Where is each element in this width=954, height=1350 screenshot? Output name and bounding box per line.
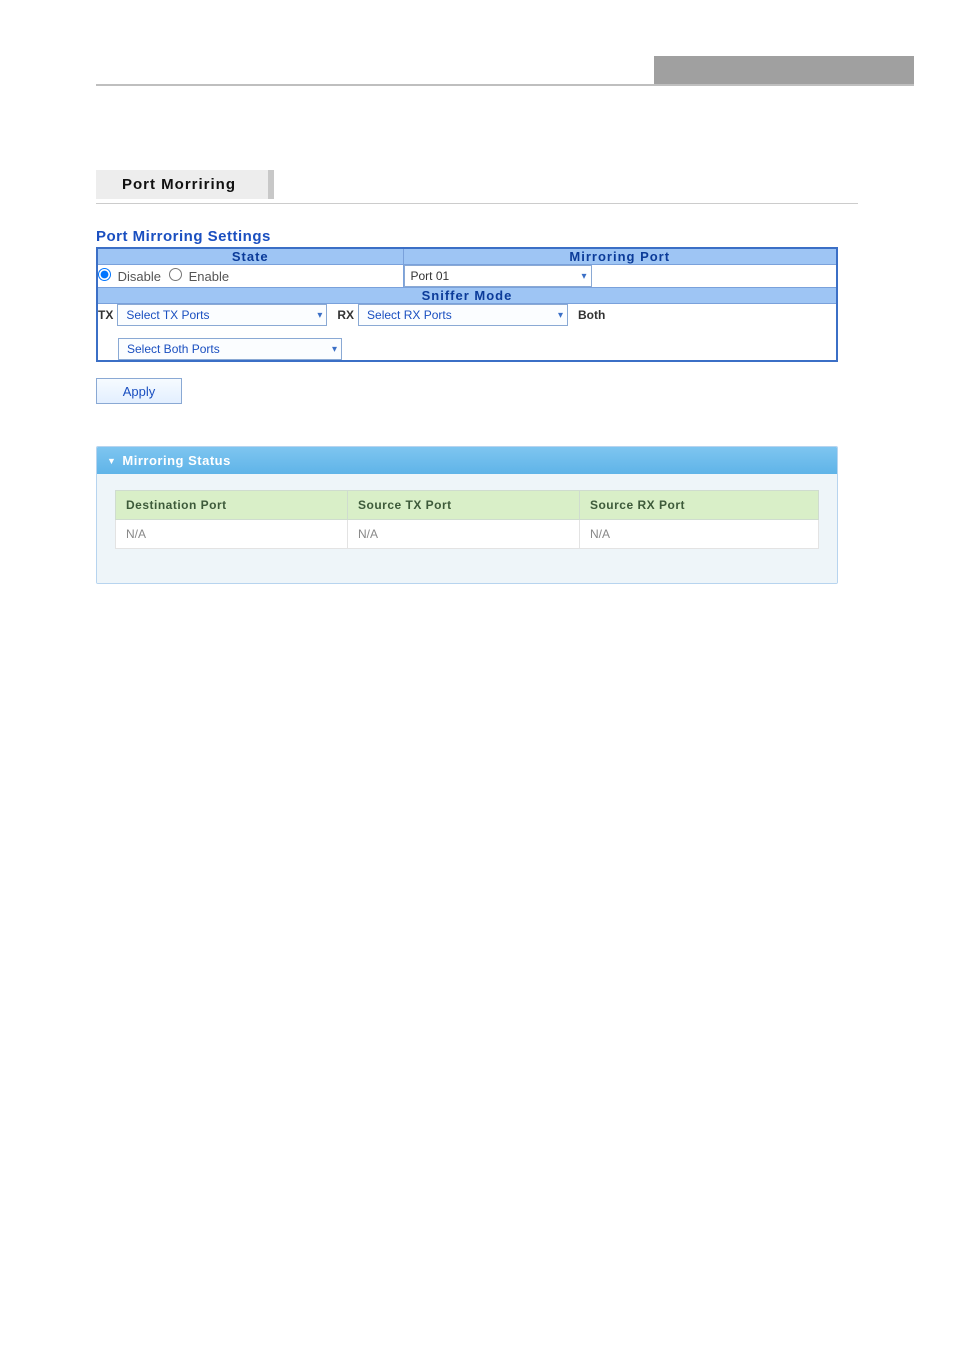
page-title-bar: Port Morriring: [96, 170, 858, 199]
cell-source-rx-port: N/A: [579, 520, 818, 549]
radio-disable-text: Disable: [118, 269, 161, 284]
mirroring-status-title: Mirroring Status: [122, 453, 230, 468]
radio-disable[interactable]: [98, 268, 111, 281]
header-mirroring-port: Mirroring Port: [403, 248, 837, 265]
top-rule: [96, 84, 914, 86]
both-label: Both: [578, 304, 605, 322]
radio-enable[interactable]: [169, 268, 182, 281]
column-source-rx-port: Source RX Port: [579, 491, 818, 520]
radio-enable-text: Enable: [189, 269, 229, 284]
select-rx-ports[interactable]: Select RX Ports ▾: [358, 304, 568, 326]
tx-label: TX: [98, 304, 113, 322]
select-both-ports[interactable]: Select Both Ports ▾: [118, 338, 342, 360]
top-gray-block: [654, 56, 914, 84]
select-rx-ports-text: Select RX Ports: [367, 308, 452, 322]
page-title: Port Morriring: [96, 170, 268, 199]
section-title-port-mirroring-settings: Port Mirroring Settings: [96, 228, 858, 245]
chevron-down-icon: ▾: [581, 271, 586, 282]
mirroring-port-select[interactable]: Port 01 ▾: [404, 265, 592, 287]
port-mirroring-settings-table: State Mirroring Port Disable Enable: [96, 247, 838, 362]
page-title-underline: [96, 203, 858, 204]
column-destination-port: Destination Port: [116, 491, 348, 520]
rx-group: RX Select RX Ports ▾: [337, 304, 568, 326]
header-sniffer-mode: Sniffer Mode: [97, 288, 837, 304]
rx-label: RX: [337, 304, 354, 322]
column-source-tx-port: Source TX Port: [347, 491, 579, 520]
page-title-separator: [268, 170, 274, 199]
select-tx-ports-text: Select TX Ports: [126, 308, 209, 322]
cell-destination-port: N/A: [116, 520, 348, 549]
radio-disable-label[interactable]: Disable: [98, 268, 161, 284]
mirroring-status-panel: ▼ Mirroring Status Destination Port Sour…: [96, 446, 838, 584]
header-state: State: [97, 248, 403, 265]
mirroring-status-table: Destination Port Source TX Port Source R…: [115, 490, 819, 549]
apply-button-label: Apply: [123, 384, 156, 399]
state-radio-group: Disable Enable: [98, 268, 403, 284]
table-row: N/A N/A N/A: [116, 520, 819, 549]
apply-button[interactable]: Apply: [96, 378, 182, 404]
cell-source-tx-port: N/A: [347, 520, 579, 549]
chevron-down-icon: ▼: [107, 456, 116, 466]
mirroring-port-value: Port 01: [411, 269, 450, 283]
chevron-down-icon: ▾: [558, 310, 563, 321]
select-tx-ports[interactable]: Select TX Ports ▾: [117, 304, 327, 326]
tx-group: TX Select TX Ports ▾: [98, 304, 327, 326]
select-both-ports-text: Select Both Ports: [127, 342, 220, 356]
both-group: Both: [578, 304, 605, 322]
mirroring-status-header[interactable]: ▼ Mirroring Status: [97, 447, 837, 474]
radio-enable-label[interactable]: Enable: [169, 268, 229, 284]
chevron-down-icon: ▾: [317, 310, 322, 321]
chevron-down-icon: ▾: [332, 344, 337, 355]
